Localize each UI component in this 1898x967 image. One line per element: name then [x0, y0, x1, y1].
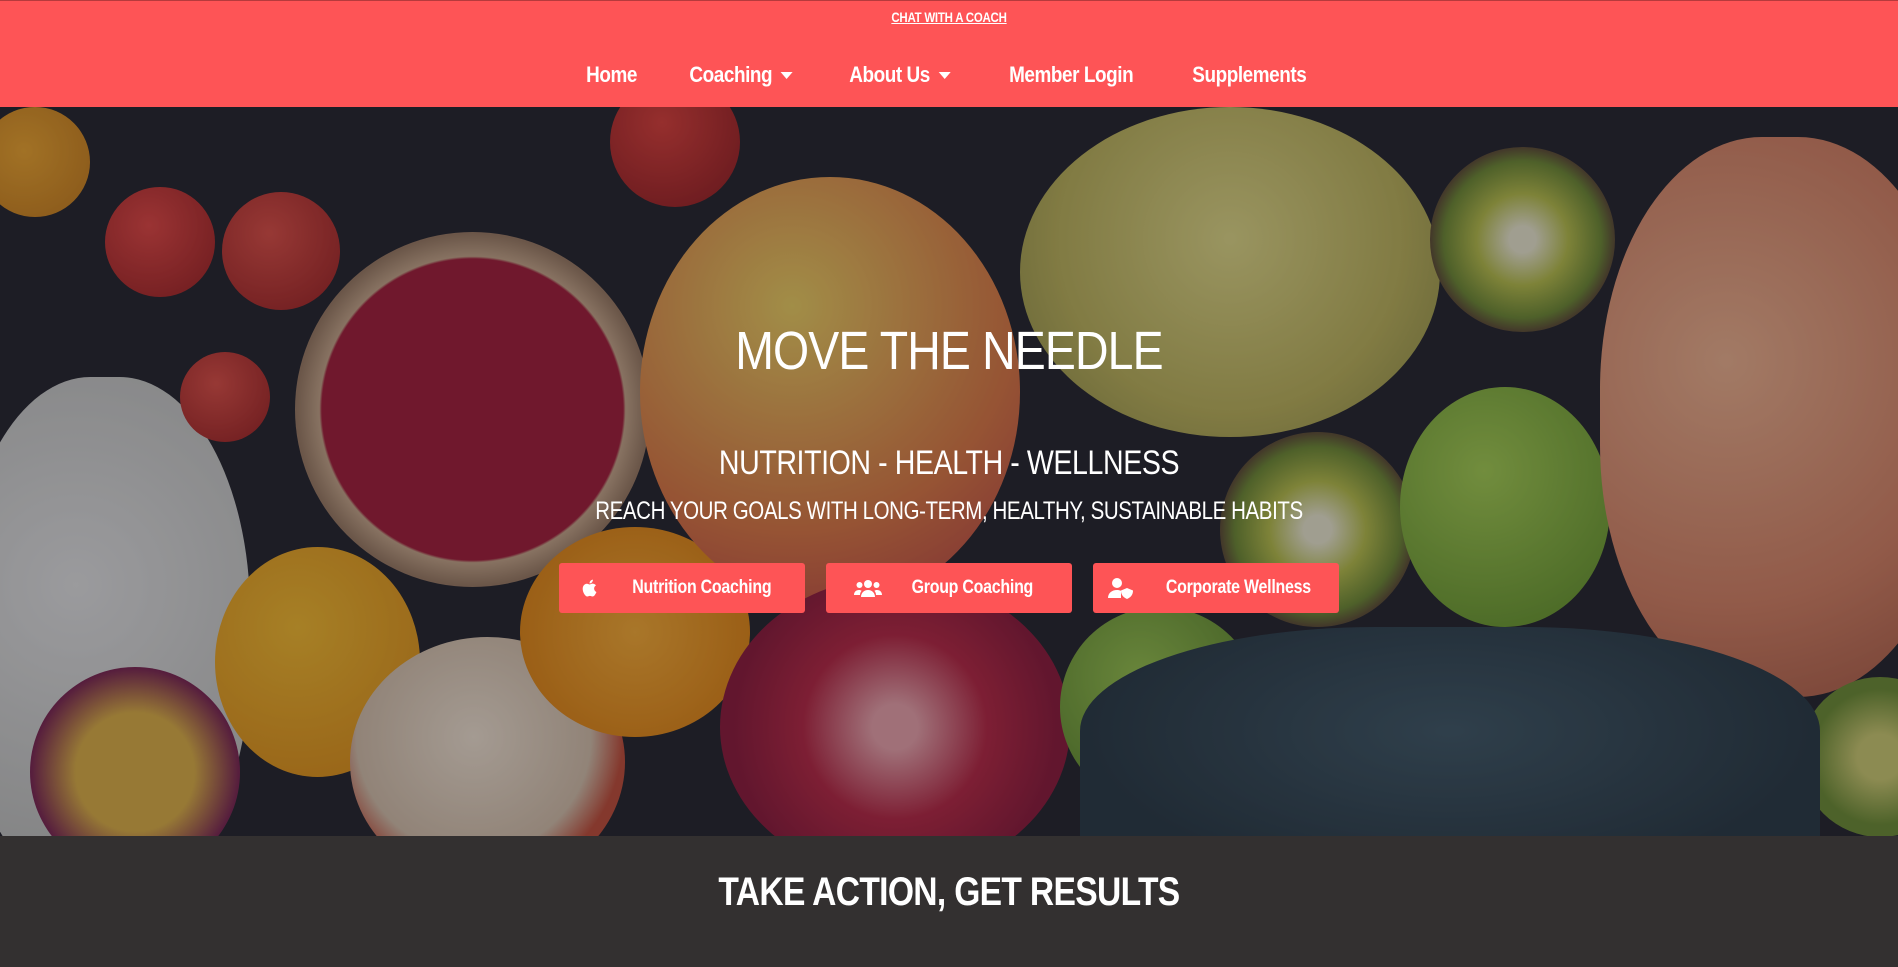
nutrition-coaching-button[interactable]: Nutrition Coaching — [559, 563, 805, 613]
users-icon — [853, 577, 882, 599]
nav-about-us-label: About Us — [849, 62, 931, 87]
nav-coaching-label: Coaching — [689, 62, 773, 87]
hero-content: MOVE THE NEEDLE NUTRITION - HEALTH - WEL… — [0, 107, 1898, 836]
nav-member-login[interactable]: Member Login — [1009, 62, 1134, 88]
chevron-down-icon — [938, 71, 951, 79]
nav-member-login-label: Member Login — [1009, 62, 1134, 87]
apple-icon — [579, 577, 601, 599]
corporate-wellness-button[interactable]: Corporate Wellness — [1093, 563, 1339, 613]
hero-title: MOVE THE NEEDLE — [735, 321, 1163, 381]
group-coaching-label: Group Coaching — [911, 577, 1033, 598]
main-nav: Home Coaching About Us Member Login Supp… — [0, 57, 1898, 93]
nav-home[interactable]: Home — [586, 62, 637, 88]
chat-with-coach-link[interactable]: CHAT WITH A COACH — [171, 9, 1727, 25]
hero-buttons: Nutrition Coaching Group Coaching Corpor… — [0, 563, 1898, 613]
results-section: TAKE ACTION, GET RESULTS — [0, 836, 1898, 967]
nav-supplements[interactable]: Supplements — [1193, 62, 1307, 88]
nutrition-coaching-label: Nutrition Coaching — [632, 577, 772, 598]
nav-supplements-label: Supplements — [1192, 62, 1307, 87]
chevron-down-icon — [780, 71, 793, 79]
hero-tagline: REACH YOUR GOALS WITH LONG-TERM, HEALTHY… — [595, 497, 1303, 525]
nav-about-us[interactable]: About Us — [850, 62, 951, 88]
group-coaching-button[interactable]: Group Coaching — [826, 563, 1072, 613]
nav-coaching[interactable]: Coaching — [689, 62, 793, 88]
nav-home-label: Home — [586, 62, 637, 87]
hero-section: MOVE THE NEEDLE NUTRITION - HEALTH - WEL… — [0, 107, 1898, 836]
section-title: TAKE ACTION, GET RESULTS — [718, 870, 1180, 914]
user-shield-icon — [1107, 577, 1134, 599]
hero-subtitle: NUTRITION - HEALTH - WELLNESS — [718, 444, 1180, 482]
top-navigation-bar: CHAT WITH A COACH Home Coaching About Us… — [0, 0, 1898, 107]
corporate-wellness-label: Corporate Wellness — [1165, 577, 1311, 598]
